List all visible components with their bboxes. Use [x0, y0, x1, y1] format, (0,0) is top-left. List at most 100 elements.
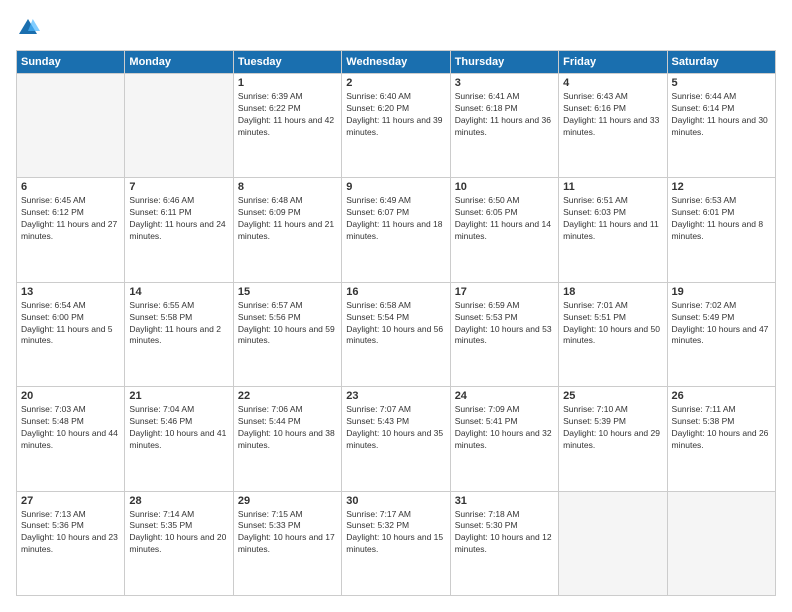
- day-detail: Sunrise: 7:02 AM Sunset: 5:49 PM Dayligh…: [672, 300, 771, 348]
- weekday-header-saturday: Saturday: [667, 51, 775, 74]
- day-detail: Sunrise: 7:03 AM Sunset: 5:48 PM Dayligh…: [21, 404, 120, 452]
- calendar-cell: 4 Sunrise: 6:43 AM Sunset: 6:16 PM Daylig…: [559, 74, 667, 178]
- week-row-5: 27Sunrise: 7:13 AM Sunset: 5:36 PM Dayli…: [17, 491, 776, 595]
- weekday-header-wednesday: Wednesday: [342, 51, 450, 74]
- weekday-header-row: SundayMondayTuesdayWednesdayThursdayFrid…: [17, 51, 776, 74]
- weekday-header-sunday: Sunday: [17, 51, 125, 74]
- day-detail: Sunrise: 6:39 AM Sunset: 6:22 PM Dayligh…: [238, 91, 337, 139]
- day-detail: Sunrise: 7:15 AM Sunset: 5:33 PM Dayligh…: [238, 509, 337, 557]
- day-number: 12: [672, 181, 771, 193]
- calendar-cell: 24Sunrise: 7:09 AM Sunset: 5:41 PM Dayli…: [450, 387, 558, 491]
- day-detail: Sunrise: 7:01 AM Sunset: 5:51 PM Dayligh…: [563, 300, 662, 348]
- day-detail: Sunrise: 7:11 AM Sunset: 5:38 PM Dayligh…: [672, 404, 771, 452]
- calendar-cell: 19 Sunrise: 7:02 AM Sunset: 5:49 PM Dayli…: [667, 282, 775, 386]
- calendar-cell: 3Sunrise: 6:41 AM Sunset: 6:18 PM Daylig…: [450, 74, 558, 178]
- calendar-cell: [125, 74, 233, 178]
- calendar-cell: 10 Sunrise: 6:50 AM Sunset: 6:05 PM Dayli…: [450, 178, 558, 282]
- day-detail: Sunrise: 6:54 AM Sunset: 6:00 PM Dayligh…: [21, 300, 120, 348]
- calendar-cell: 26Sunrise: 7:11 AM Sunset: 5:38 PM Dayli…: [667, 387, 775, 491]
- day-detail: Sunrise: 6:44 AM Sunset: 6:14 PM Dayligh…: [672, 91, 771, 139]
- day-number: 4: [563, 77, 662, 89]
- day-number: 23: [346, 390, 445, 402]
- calendar-cell: 8 Sunrise: 6:48 AM Sunset: 6:09 PM Daylig…: [233, 178, 341, 282]
- day-detail: Sunrise: 6:53 AM Sunset: 6:01 PM Dayligh…: [672, 195, 771, 243]
- day-number: 15: [238, 286, 337, 298]
- day-detail: Sunrise: 7:07 AM Sunset: 5:43 PM Dayligh…: [346, 404, 445, 452]
- day-detail: Sunrise: 7:04 AM Sunset: 5:46 PM Dayligh…: [129, 404, 228, 452]
- header: [16, 16, 776, 40]
- day-number: 22: [238, 390, 337, 402]
- weekday-header-friday: Friday: [559, 51, 667, 74]
- calendar-cell: [667, 491, 775, 595]
- day-number: 1: [238, 77, 337, 89]
- day-detail: Sunrise: 6:50 AM Sunset: 6:05 PM Dayligh…: [455, 195, 554, 243]
- page: SundayMondayTuesdayWednesdayThursdayFrid…: [0, 0, 792, 612]
- day-detail: Sunrise: 7:10 AM Sunset: 5:39 PM Dayligh…: [563, 404, 662, 452]
- day-detail: Sunrise: 6:43 AM Sunset: 6:16 PM Dayligh…: [563, 91, 662, 139]
- calendar-cell: 18 Sunrise: 7:01 AM Sunset: 5:51 PM Dayli…: [559, 282, 667, 386]
- day-number: 13: [21, 286, 120, 298]
- day-number: 28: [129, 495, 228, 507]
- day-detail: Sunrise: 7:06 AM Sunset: 5:44 PM Dayligh…: [238, 404, 337, 452]
- day-number: 27: [21, 495, 120, 507]
- day-detail: Sunrise: 6:51 AM Sunset: 6:03 PM Dayligh…: [563, 195, 662, 243]
- calendar-cell: 6 Sunrise: 6:45 AM Sunset: 6:12 PM Daylig…: [17, 178, 125, 282]
- calendar-cell: 23 Sunrise: 7:07 AM Sunset: 5:43 PM Dayli…: [342, 387, 450, 491]
- day-number: 24: [455, 390, 554, 402]
- calendar-cell: 25 Sunrise: 7:10 AM Sunset: 5:39 PM Dayli…: [559, 387, 667, 491]
- day-number: 14: [129, 286, 228, 298]
- day-detail: Sunrise: 6:45 AM Sunset: 6:12 PM Dayligh…: [21, 195, 120, 243]
- day-number: 9: [346, 181, 445, 193]
- day-number: 19: [672, 286, 771, 298]
- day-detail: Sunrise: 6:49 AM Sunset: 6:07 PM Dayligh…: [346, 195, 445, 243]
- day-number: 3: [455, 77, 554, 89]
- logo-icon: [16, 16, 40, 40]
- day-number: 21: [129, 390, 228, 402]
- day-number: 6: [21, 181, 120, 193]
- day-detail: Sunrise: 6:57 AM Sunset: 5:56 PM Dayligh…: [238, 300, 337, 348]
- calendar-cell: 21 Sunrise: 7:04 AM Sunset: 5:46 PM Dayli…: [125, 387, 233, 491]
- calendar-cell: 5Sunrise: 6:44 AM Sunset: 6:14 PM Daylig…: [667, 74, 775, 178]
- calendar-cell: 17 Sunrise: 6:59 AM Sunset: 5:53 PM Dayli…: [450, 282, 558, 386]
- day-number: 2: [346, 77, 445, 89]
- calendar-cell: 13 Sunrise: 6:54 AM Sunset: 6:00 PM Dayli…: [17, 282, 125, 386]
- day-number: 18: [563, 286, 662, 298]
- day-number: 29: [238, 495, 337, 507]
- weekday-header-thursday: Thursday: [450, 51, 558, 74]
- week-row-3: 13 Sunrise: 6:54 AM Sunset: 6:00 PM Dayli…: [17, 282, 776, 386]
- day-number: 16: [346, 286, 445, 298]
- calendar-cell: 16 Sunrise: 6:58 AM Sunset: 5:54 PM Dayli…: [342, 282, 450, 386]
- day-number: 20: [21, 390, 120, 402]
- calendar-cell: 9 Sunrise: 6:49 AM Sunset: 6:07 PM Daylig…: [342, 178, 450, 282]
- day-detail: Sunrise: 6:59 AM Sunset: 5:53 PM Dayligh…: [455, 300, 554, 348]
- calendar-cell: 15 Sunrise: 6:57 AM Sunset: 5:56 PM Dayli…: [233, 282, 341, 386]
- weekday-header-tuesday: Tuesday: [233, 51, 341, 74]
- calendar-cell: 31 Sunrise: 7:18 AM Sunset: 5:30 PM Dayli…: [450, 491, 558, 595]
- day-number: 31: [455, 495, 554, 507]
- week-row-2: 6 Sunrise: 6:45 AM Sunset: 6:12 PM Daylig…: [17, 178, 776, 282]
- calendar-cell: 22 Sunrise: 7:06 AM Sunset: 5:44 PM Dayli…: [233, 387, 341, 491]
- day-detail: Sunrise: 6:46 AM Sunset: 6:11 PM Dayligh…: [129, 195, 228, 243]
- weekday-header-monday: Monday: [125, 51, 233, 74]
- day-number: 8: [238, 181, 337, 193]
- calendar-cell: 2Sunrise: 6:40 AM Sunset: 6:20 PM Daylig…: [342, 74, 450, 178]
- logo: [16, 16, 44, 40]
- day-number: 10: [455, 181, 554, 193]
- week-row-1: 1 Sunrise: 6:39 AM Sunset: 6:22 PM Daylig…: [17, 74, 776, 178]
- day-number: 25: [563, 390, 662, 402]
- week-row-4: 20 Sunrise: 7:03 AM Sunset: 5:48 PM Dayli…: [17, 387, 776, 491]
- calendar-table: SundayMondayTuesdayWednesdayThursdayFrid…: [16, 50, 776, 596]
- calendar-cell: 29 Sunrise: 7:15 AM Sunset: 5:33 PM Dayli…: [233, 491, 341, 595]
- day-number: 7: [129, 181, 228, 193]
- day-number: 11: [563, 181, 662, 193]
- calendar-cell: 27Sunrise: 7:13 AM Sunset: 5:36 PM Dayli…: [17, 491, 125, 595]
- calendar-cell: [559, 491, 667, 595]
- calendar-cell: 28Sunrise: 7:14 AM Sunset: 5:35 PM Dayli…: [125, 491, 233, 595]
- calendar-cell: 30Sunrise: 7:17 AM Sunset: 5:32 PM Dayli…: [342, 491, 450, 595]
- day-detail: Sunrise: 7:18 AM Sunset: 5:30 PM Dayligh…: [455, 509, 554, 557]
- day-detail: Sunrise: 6:55 AM Sunset: 5:58 PM Dayligh…: [129, 300, 228, 348]
- day-detail: Sunrise: 6:58 AM Sunset: 5:54 PM Dayligh…: [346, 300, 445, 348]
- day-number: 17: [455, 286, 554, 298]
- calendar-cell: 14 Sunrise: 6:55 AM Sunset: 5:58 PM Dayli…: [125, 282, 233, 386]
- day-detail: Sunrise: 6:48 AM Sunset: 6:09 PM Dayligh…: [238, 195, 337, 243]
